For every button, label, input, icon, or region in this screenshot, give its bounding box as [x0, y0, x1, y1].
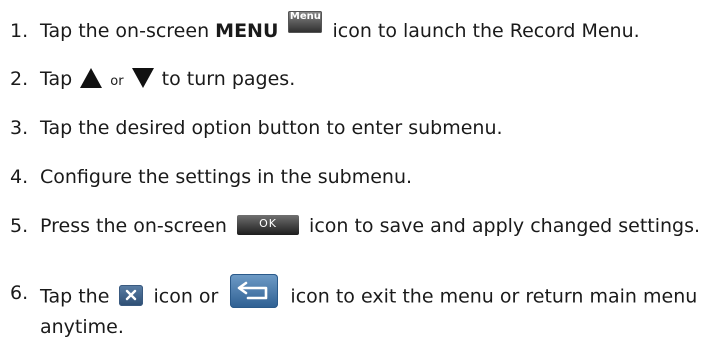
return-icon [230, 274, 279, 308]
step-number: 4. [10, 166, 29, 188]
step-text-before: Tap [40, 68, 79, 90]
step-text-after: to turn pages. [161, 68, 296, 90]
step-5: 5. Press the on-screen OK icon to save a… [10, 213, 700, 240]
step-text-middle: icon or [147, 285, 225, 308]
step-number: 3. [10, 117, 29, 139]
menu-keyword: MENU [215, 20, 279, 42]
step-text: Tap the icon or icon to exit the menu or… [40, 274, 710, 341]
close-icon [119, 284, 144, 306]
menu-icon-label: Menu [289, 10, 321, 22]
step-text: Press the on-screen OK icon to save and … [40, 213, 700, 240]
step-text: Tap or to turn pages. [40, 66, 295, 95]
step-number: 1. [10, 20, 29, 42]
step-text: Tap the desired option button to enter s… [40, 117, 503, 139]
up-arrow-icon [80, 67, 103, 88]
menu-icon: Menu [288, 10, 323, 33]
step-6: 6. Tap the icon or icon to exit the menu… [10, 274, 710, 341]
step-number: 6. [10, 282, 29, 304]
ok-icon-label: OK [259, 216, 277, 230]
step-number: 2. [10, 68, 29, 90]
step-text-after: icon to save and apply changed settings. [303, 215, 701, 237]
step-text-before: Press the on-screen [40, 215, 233, 237]
step-text: Tap the on-screen MENU Menu icon to laun… [40, 10, 640, 45]
step-2: 2. Tap or to turn pages. [10, 66, 295, 95]
step-4: 4. Configure the settings in the submenu… [10, 164, 412, 191]
step-text-after: icon to launch the Record Menu. [332, 20, 640, 42]
step-text-before: Tap the [40, 285, 116, 308]
step-3: 3. Tap the desired option button to ente… [10, 115, 503, 142]
step-number: 5. [10, 215, 29, 237]
down-arrow-icon [131, 67, 154, 88]
step-text-before: Tap the on-screen [40, 20, 216, 42]
step-1: 1. Tap the on-screen MENU Menu icon to l… [10, 10, 640, 45]
or-text: or [110, 74, 124, 89]
step-text: Configure the settings in the submenu. [40, 166, 413, 188]
ok-icon: OK [237, 214, 299, 235]
